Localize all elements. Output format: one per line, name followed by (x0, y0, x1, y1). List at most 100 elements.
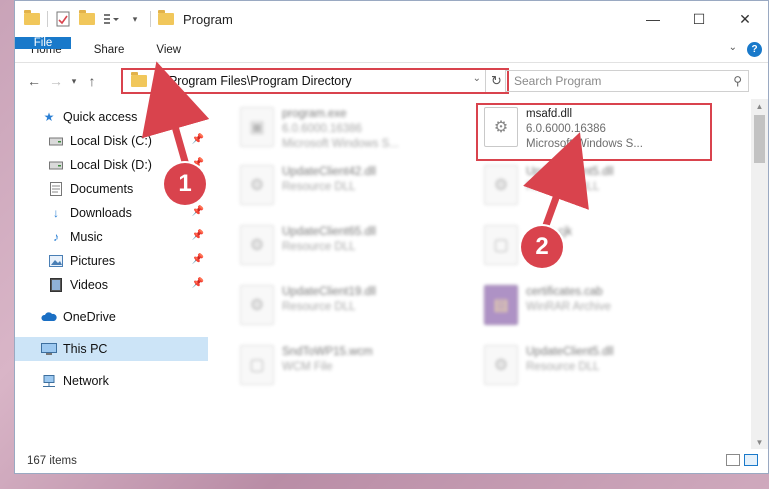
sidebar-item-network[interactable]: Network (15, 369, 208, 393)
sidebar-item-quick-access[interactable]: ★ Quick access (15, 105, 208, 129)
window-controls: — ☐ ✕ (630, 1, 768, 37)
generic-file-icon: ▢ (484, 225, 518, 265)
sidebar-item-label: Local Disk (C:) (70, 134, 152, 148)
file-description: Resource DLL (282, 301, 356, 313)
search-input[interactable]: Search Program ⚲ (505, 70, 749, 92)
sidebar-item-label: OneDrive (63, 310, 116, 324)
download-icon: ↓ (53, 206, 59, 220)
view-switcher (726, 454, 758, 466)
documents-icon (48, 181, 64, 197)
tab-view[interactable]: View (140, 37, 197, 62)
sidebar-item-music[interactable]: ♪ Music 📌 (15, 225, 208, 249)
sidebar-item-this-pc[interactable]: This PC (15, 337, 208, 361)
file-item[interactable]: ⚙ UpdateClient42.dll Resource DLL (240, 165, 460, 205)
sidebar-item-downloads[interactable]: ↓ Downloads 📌 (15, 201, 208, 225)
pin-icon[interactable]: 📌 (192, 206, 204, 217)
forward-icon[interactable]: → (45, 70, 67, 92)
search-icon: ⚲ (733, 74, 742, 88)
recent-locations-icon[interactable]: ▾ (67, 70, 81, 92)
videos-icon (48, 277, 64, 293)
tab-share[interactable]: Share (78, 37, 141, 62)
customize-qat-icon[interactable] (102, 10, 120, 28)
quick-access-toolbar: ▾ (15, 10, 175, 28)
pictures-icon (48, 253, 64, 269)
tab-file[interactable]: File (15, 37, 71, 49)
minimize-button[interactable]: — (630, 1, 676, 37)
file-description: Resource DLL (526, 361, 600, 373)
address-bar[interactable]: C:\Program Files\Program Directory ⌄ ↻ (121, 68, 509, 94)
file-version: 6.0.6000.16386 (282, 123, 362, 135)
pin-icon[interactable]: 📌 (192, 278, 204, 289)
sidebar-item-videos[interactable]: Videos 📌 (15, 273, 208, 297)
sidebar-item-label: Downloads (70, 206, 132, 220)
scroll-up-icon[interactable]: ▲ (751, 99, 768, 113)
ribbon-right-icons: ⌄ ? (729, 42, 762, 57)
pin-icon[interactable]: 📌 (192, 230, 204, 241)
file-description: Resource DLL (282, 241, 356, 253)
address-path[interactable]: C:\Program Files\Program Directory (153, 74, 352, 88)
dll-file-icon: ⚙ (484, 345, 518, 385)
file-item[interactable]: ▢ ...ean.cjk ...e (484, 225, 704, 265)
file-item[interactable]: ⚙ UpdateClient19.dll Resource DLL (240, 285, 460, 325)
sidebar-item-label: Pictures (70, 254, 116, 268)
back-icon[interactable]: ← (23, 70, 45, 92)
chevron-down-icon[interactable]: ⌄ (473, 73, 481, 84)
new-folder-icon[interactable] (78, 10, 96, 28)
explorer-window: ▾ Program — ☐ ✕ File Home Share View ⌄ ?… (14, 0, 769, 474)
dll-file-icon: ⚙ (240, 165, 274, 205)
music-icon: ♪ (53, 230, 59, 244)
file-item[interactable]: ⚙ UpdateClient5.dll Resource DLL (484, 165, 704, 205)
dll-file-icon: ⚙ (240, 225, 274, 265)
dropdown-icon[interactable]: ▾ (126, 10, 144, 28)
ribbon-tabs: File Home Share View ⌄ ? (15, 37, 768, 63)
maximize-button[interactable]: ☐ (676, 1, 722, 37)
sidebar-item-label: This PC (63, 342, 108, 356)
separator (47, 11, 48, 27)
address-row: ← → ▾ ↑ C:\Program Files\Program Directo… (15, 63, 768, 99)
folder-icon (131, 72, 147, 87)
pin-icon[interactable]: 📌 (192, 134, 204, 145)
window-title: Program (183, 11, 233, 27)
sidebar-item-label: Videos (70, 278, 108, 292)
up-icon[interactable]: ↑ (81, 70, 103, 92)
sidebar-item-onedrive[interactable]: OneDrive (15, 305, 208, 329)
scroll-down-icon[interactable]: ▼ (751, 435, 768, 449)
vertical-scrollbar[interactable]: ▲ ▼ (751, 99, 768, 449)
folder-icon[interactable] (23, 10, 41, 28)
file-name: SndToWP15.wcm (282, 346, 373, 358)
file-item[interactable]: ⚙ UpdateClient65.dll Resource DLL (240, 225, 460, 265)
pin-icon[interactable]: 📌 (192, 254, 204, 265)
sidebar-item-label: Network (63, 374, 109, 388)
file-description: Resource DLL (282, 181, 356, 193)
properties-icon[interactable] (54, 10, 72, 28)
file-name: program.exe (282, 108, 347, 120)
expand-ribbon-icon[interactable]: ⌄ (729, 42, 737, 57)
scrollbar-thumb[interactable] (754, 115, 765, 163)
help-icon[interactable]: ? (747, 42, 762, 57)
sidebar-item-pictures[interactable]: Pictures 📌 (15, 249, 208, 273)
file-name: UpdateClient42.dll (282, 166, 376, 178)
details-view-icon[interactable] (726, 454, 740, 466)
file-name: UpdateClient65.dll (282, 226, 376, 238)
file-description: Microsoft Windows S... (282, 138, 399, 150)
main-area: ★ Quick access Local Disk (C:) 📌 Local D… (15, 99, 768, 449)
file-description: Resource DLL (526, 181, 600, 193)
file-item[interactable]: ⚙ UpdateClient5.dll Resource DLL (484, 345, 704, 385)
sidebar-item-label: Quick access (63, 110, 138, 124)
sidebar-item-label: Music (70, 230, 103, 244)
exe-file-icon: ▣ (240, 107, 274, 147)
refresh-icon[interactable]: ↻ (485, 70, 507, 92)
file-description: WCM File (282, 361, 333, 373)
file-item[interactable]: ▤ certificates.cab WinRAR Archive (484, 285, 704, 325)
tiles-view-icon[interactable] (744, 454, 758, 466)
drive-icon (48, 133, 64, 149)
file-item[interactable]: ▢ SndToWP15.wcm WCM File (240, 345, 460, 385)
sidebar-item-local-disk-c[interactable]: Local Disk (C:) 📌 (15, 129, 208, 153)
navigation-pane: ★ Quick access Local Disk (C:) 📌 Local D… (15, 99, 208, 449)
archive-icon: ▤ (484, 285, 518, 325)
file-item[interactable]: ▣ program.exe 6.0.6000.16386 Microsoft W… (240, 107, 460, 152)
file-name: UpdateClient19.dll (282, 286, 376, 298)
step-2-badge: 2 (521, 226, 563, 268)
close-button[interactable]: ✕ (722, 1, 768, 37)
